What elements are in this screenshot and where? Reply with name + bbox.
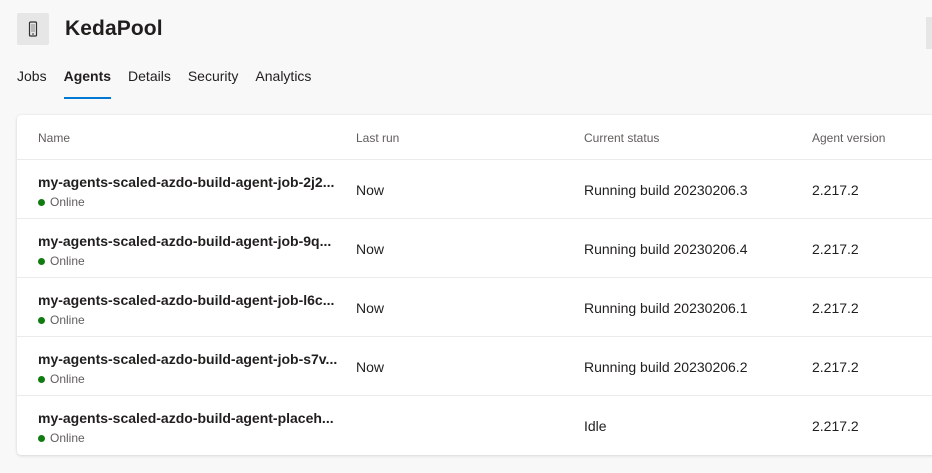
current-status-cell: Running build 20230206.2: [584, 359, 748, 375]
tab-agents[interactable]: Agents: [63, 66, 112, 99]
agent-name[interactable]: my-agents-scaled-azdo-build-agent-placeh…: [38, 410, 334, 426]
page-title: KedaPool: [65, 17, 163, 40]
table-row[interactable]: my-agents-scaled-azdo-build-agent-job-s7…: [17, 337, 932, 396]
agent-status-text: Online: [50, 431, 85, 445]
pool-header: KedaPool: [17, 13, 163, 45]
online-status-icon: [38, 198, 45, 206]
agent-online-status: Online: [38, 372, 85, 386]
current-status-cell: Idle: [584, 418, 607, 434]
agent-name[interactable]: my-agents-scaled-azdo-build-agent-job-2j…: [38, 174, 334, 190]
last-run-cell: Now: [356, 359, 385, 375]
agent-name[interactable]: my-agents-scaled-azdo-build-agent-job-l6…: [38, 292, 334, 308]
tab-analytics[interactable]: Analytics: [255, 66, 311, 99]
current-status-cell: Running build 20230206.1: [584, 300, 748, 316]
last-run-cell: Now: [356, 300, 385, 316]
agent-online-status: Online: [38, 254, 85, 268]
tab-details[interactable]: Details: [128, 66, 171, 99]
agent-version-cell: 2.217.2: [812, 241, 859, 257]
agent-name[interactable]: my-agents-scaled-azdo-build-agent-job-s7…: [38, 351, 337, 367]
online-status-icon: [38, 257, 45, 265]
current-status-cell: Running build 20230206.3: [584, 182, 748, 198]
header-action-button[interactable]: [926, 17, 932, 49]
table-row[interactable]: my-agents-scaled-azdo-build-agent-job-9q…: [17, 219, 932, 278]
last-run-cell: Now: [356, 182, 385, 198]
table-row[interactable]: my-agents-scaled-azdo-build-agent-placeh…: [17, 396, 932, 455]
column-header-last-run[interactable]: Last run: [356, 131, 399, 145]
table-row[interactable]: my-agents-scaled-azdo-build-agent-job-l6…: [17, 278, 932, 337]
agent-online-status: Online: [38, 431, 85, 445]
agent-online-status: Online: [38, 313, 85, 327]
phone-icon: [17, 13, 49, 45]
tab-jobs[interactable]: Jobs: [17, 66, 47, 99]
current-status-cell: Running build 20230206.4: [584, 241, 748, 257]
online-status-icon: [38, 316, 45, 324]
column-header-agent-version[interactable]: Agent version: [812, 131, 885, 145]
agent-status-text: Online: [50, 372, 85, 386]
column-header-current-status[interactable]: Current status: [584, 131, 659, 145]
agents-table: Name Last run Current status Agent versi…: [17, 115, 932, 455]
table-row[interactable]: my-agents-scaled-azdo-build-agent-job-2j…: [17, 160, 932, 219]
online-status-icon: [38, 375, 45, 383]
agent-status-text: Online: [50, 254, 85, 268]
agent-version-cell: 2.217.2: [812, 182, 859, 198]
agent-version-cell: 2.217.2: [812, 300, 859, 316]
agent-name[interactable]: my-agents-scaled-azdo-build-agent-job-9q…: [38, 233, 331, 249]
online-status-icon: [38, 434, 45, 442]
agent-version-cell: 2.217.2: [812, 418, 859, 434]
table-header: Name Last run Current status Agent versi…: [17, 115, 932, 160]
agent-status-text: Online: [50, 195, 85, 209]
agent-status-text: Online: [50, 313, 85, 327]
tab-security[interactable]: Security: [188, 66, 239, 99]
column-header-name[interactable]: Name: [38, 131, 70, 145]
last-run-cell: Now: [356, 241, 385, 257]
tab-bar: Jobs Agents Details Security Analytics: [17, 66, 328, 100]
agent-online-status: Online: [38, 195, 85, 209]
agent-version-cell: 2.217.2: [812, 359, 859, 375]
